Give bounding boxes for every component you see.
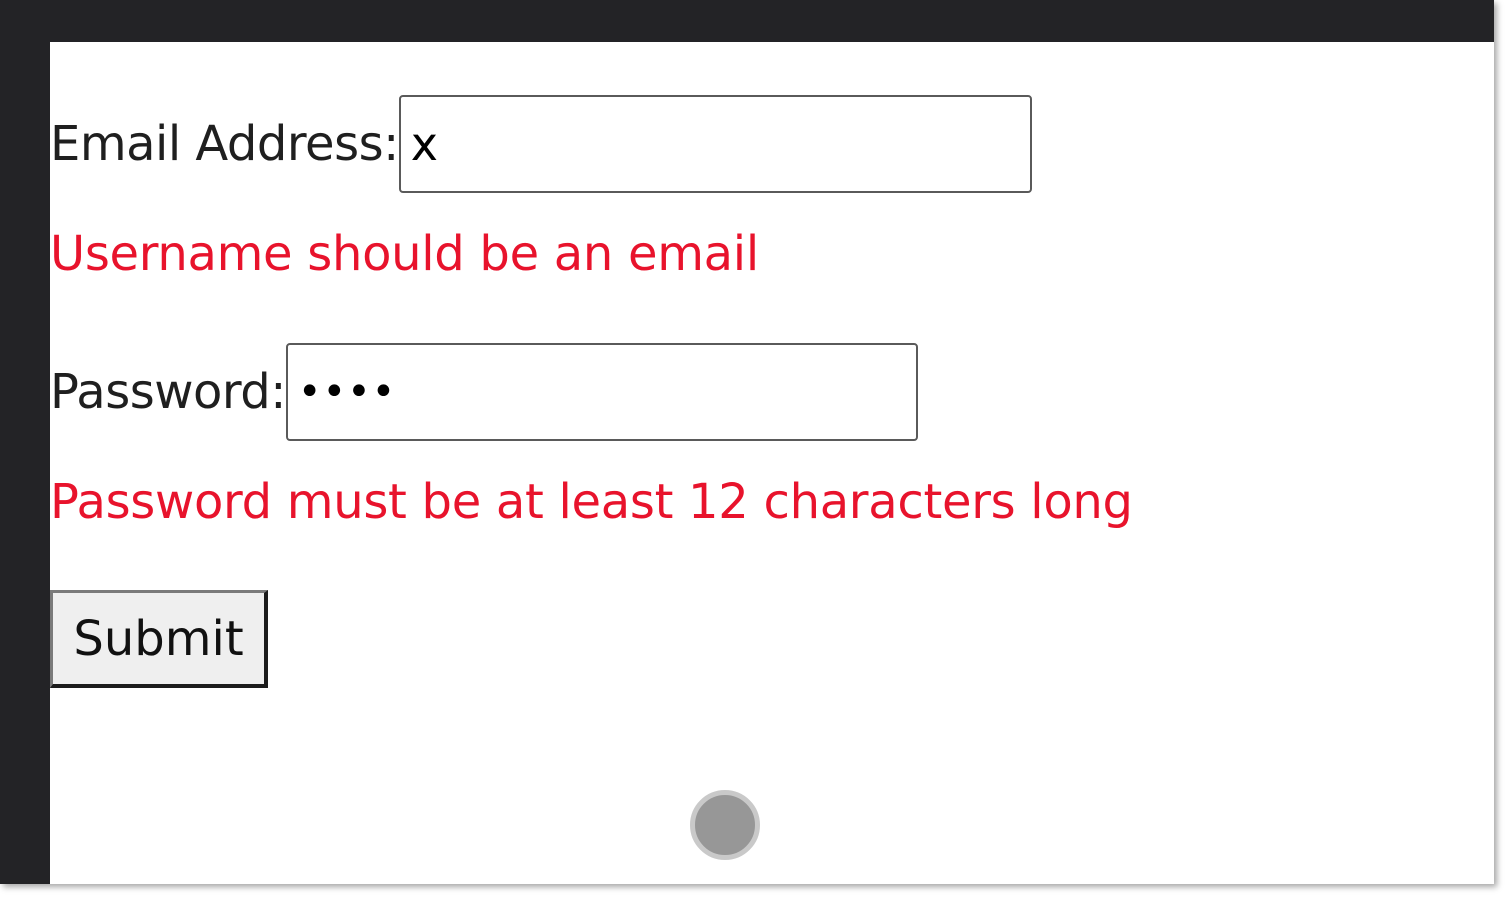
email-input-value: x xyxy=(410,117,438,171)
page-content: Email Address: x Username should be an e… xyxy=(50,42,1494,884)
email-label: Email Address: xyxy=(50,116,399,172)
submit-button[interactable]: Submit xyxy=(50,590,268,688)
email-row: Email Address: x xyxy=(50,95,1032,193)
window-frame: Email Address: x Username should be an e… xyxy=(0,0,1494,884)
email-error-message: Username should be an email xyxy=(50,226,759,282)
password-row: Password: •••• xyxy=(50,343,918,441)
touch-cursor-icon xyxy=(690,790,760,860)
password-label: Password: xyxy=(50,364,286,420)
password-error-message: Password must be at least 12 characters … xyxy=(50,474,1133,530)
email-input[interactable]: x xyxy=(398,95,1032,193)
password-input-value: •••• xyxy=(297,369,397,415)
password-input[interactable]: •••• xyxy=(285,343,918,441)
